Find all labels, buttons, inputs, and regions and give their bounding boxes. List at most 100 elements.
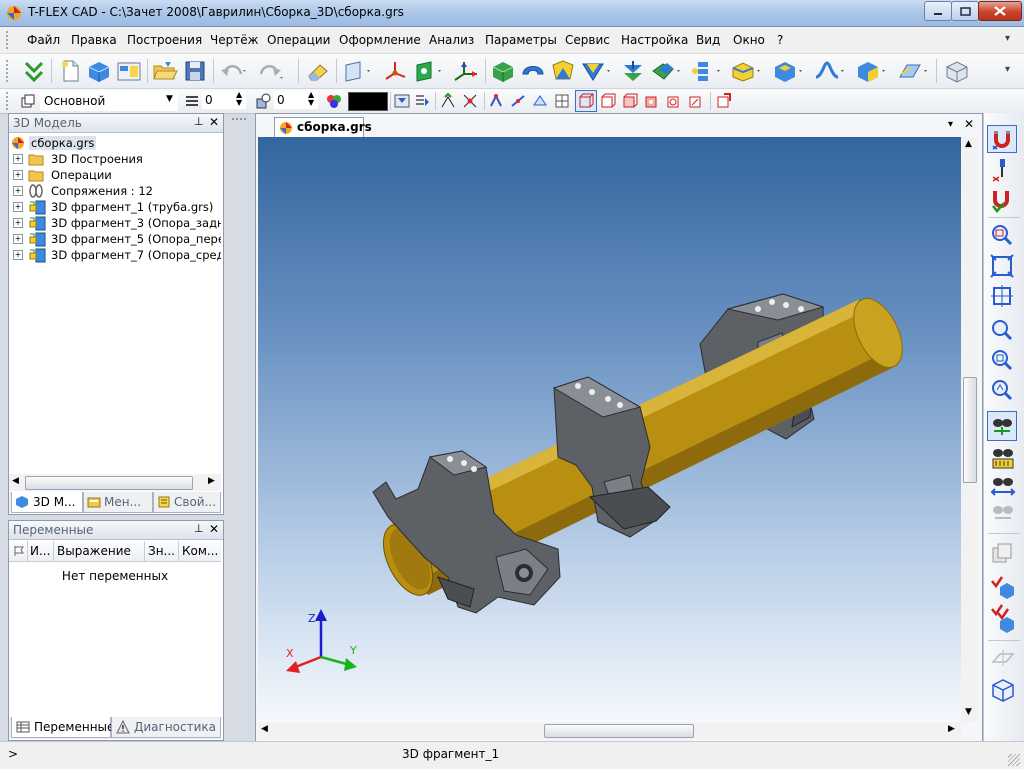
copy-view-icon[interactable] [990,541,1014,565]
toolbar-overflow-icon[interactable]: ▾ [1005,64,1010,75]
rotation-icon[interactable] [520,59,546,83]
check-model-icon[interactable] [990,573,1018,599]
tree-horizontal-scrollbar[interactable]: ◀ ▶ [9,474,221,491]
sheet-metal-icon[interactable] [897,59,931,83]
snap-edge-icon[interactable] [510,93,526,109]
menu-overflow-icon[interactable]: ▾ [1005,33,1010,44]
column-header-expression[interactable]: Выражение [57,544,131,558]
display-mode-toggle[interactable] [575,90,597,112]
new-document-icon[interactable] [58,59,82,83]
open-file-icon[interactable] [152,59,178,83]
redo-icon[interactable] [255,60,283,82]
snap-vertex-icon[interactable] [488,93,504,109]
scroll-thumb[interactable] [963,377,977,483]
zoom-previous-icon[interactable] [990,348,1014,372]
viewport-vertical-scrollbar[interactable]: ▲ ▼ [961,137,978,722]
scroll-up-icon[interactable]: ▲ [965,139,972,149]
maximize-button[interactable] [951,1,979,21]
panel-splitter-grip[interactable] [232,118,246,123]
layer-select[interactable]: Основной ▼ [40,91,178,111]
tab-menu[interactable]: Мен... [83,492,153,513]
tab-diagnostics[interactable]: Диагностика [111,717,221,738]
tree-item-fragment-1[interactable]: + 3D фрагмент_1 (труба.grs) [9,199,221,215]
tree-item-3d-constructions[interactable]: + 3D Построения [9,151,221,167]
selector-list-icon[interactable] [414,93,430,109]
scroll-down-icon[interactable]: ▼ [965,707,972,717]
expand-icon[interactable]: + [13,202,23,212]
sweep-icon[interactable] [580,59,614,83]
assembly-model-render[interactable]: Z X Y [258,137,961,722]
loft-icon[interactable] [550,59,576,83]
zoom-window-icon[interactable] [990,223,1014,247]
color-swatch[interactable] [348,92,388,111]
section-view-icon[interactable] [716,93,732,109]
boolean-icon[interactable] [650,59,684,83]
expand-icon[interactable]: + [13,154,23,164]
tab-properties[interactable]: Свой... [153,492,221,513]
close-window-button[interactable] [978,1,1022,21]
menu-construct[interactable]: Построения [127,33,202,47]
body-icon[interactable] [855,59,889,83]
minimize-button[interactable] [924,1,952,21]
scroll-left-icon[interactable]: ◀ [12,476,19,486]
scroll-thumb[interactable] [544,724,694,738]
snap-intersection-icon[interactable] [462,93,478,109]
hidden-lines-icon[interactable] [600,93,616,109]
expand-icon[interactable]: + [13,218,23,228]
transparency-icon[interactable] [688,93,704,109]
menu-settings[interactable]: Настройка [621,33,688,47]
menu-window[interactable]: Окно [733,33,765,47]
section-plane-icon[interactable] [990,648,1016,668]
menu-analysis[interactable]: Анализ [429,33,474,47]
column-header-name[interactable]: И... [30,544,50,558]
extrusion-icon[interactable] [490,59,516,83]
pin-icon[interactable]: ⊥ [194,522,204,535]
new-3d-model-icon[interactable] [86,59,112,83]
tree-item-root[interactable]: сборка.grs [9,135,221,151]
fly-view-icon[interactable] [989,503,1017,525]
tree-item-operations[interactable]: + Операции [9,167,221,183]
color-palette-icon[interactable] [325,92,343,110]
menu-service[interactable]: Сервис [565,33,610,47]
pan-view-icon[interactable] [989,446,1017,470]
tree-item-fragment-5[interactable]: + 3D фрагмент_5 (Опора_передняя.grs) [9,231,221,247]
surface-icon[interactable] [814,59,848,83]
menu-formatting[interactable]: Оформление [339,33,421,47]
pin-select-icon[interactable] [990,157,1014,183]
magnet-select-button[interactable] [987,125,1017,153]
spin-arrows-icon[interactable]: ▲ ▼ [308,91,314,107]
workplane-icon[interactable] [342,59,374,83]
tab-variables[interactable]: Переменные [11,717,114,738]
shading-icon[interactable] [622,93,638,109]
undo-icon[interactable] [219,60,247,82]
title-bar[interactable]: T-FLEX CAD - C:\Зачет 2008\Гаврилин\Сбор… [0,0,1024,27]
menu-drawing[interactable]: Чертёж [210,33,258,47]
exit-command-icon[interactable] [22,60,46,84]
column-header-value[interactable]: Зн... [148,544,175,558]
zoom-extents-icon[interactable] [990,254,1014,278]
snap-node-icon[interactable] [440,93,456,109]
scroll-right-icon[interactable]: ▶ [208,476,215,486]
close-document-icon[interactable]: ✕ [964,117,974,131]
scroll-thumb[interactable] [25,476,193,490]
menu-help[interactable]: ? [777,33,783,47]
menu-file[interactable]: Файл [27,33,60,47]
filter-icon[interactable] [394,93,410,109]
expand-icon[interactable]: + [13,234,23,244]
priority-stepper[interactable]: 0 ▲ ▼ [274,91,318,109]
rotate-view-button[interactable] [987,411,1017,441]
realistic-icon[interactable] [666,93,682,109]
expand-icon[interactable]: + [13,170,23,180]
scroll-right-icon[interactable]: ▶ [948,724,955,734]
expand-icon[interactable]: + [13,250,23,260]
3d-viewport[interactable]: Z X Y [258,137,961,722]
shell-icon[interactable] [772,59,806,83]
document-list-icon[interactable]: ▾ [948,119,953,130]
document-tab[interactable]: сборка.grs [274,117,372,137]
menu-operations[interactable]: Операции [267,33,330,47]
menu-view[interactable]: Вид [696,33,720,47]
save-file-icon[interactable] [182,59,208,83]
pin-icon[interactable]: ⊥ [194,115,204,128]
command-prompt[interactable]: > [8,747,18,761]
eraser-icon[interactable] [305,59,331,83]
